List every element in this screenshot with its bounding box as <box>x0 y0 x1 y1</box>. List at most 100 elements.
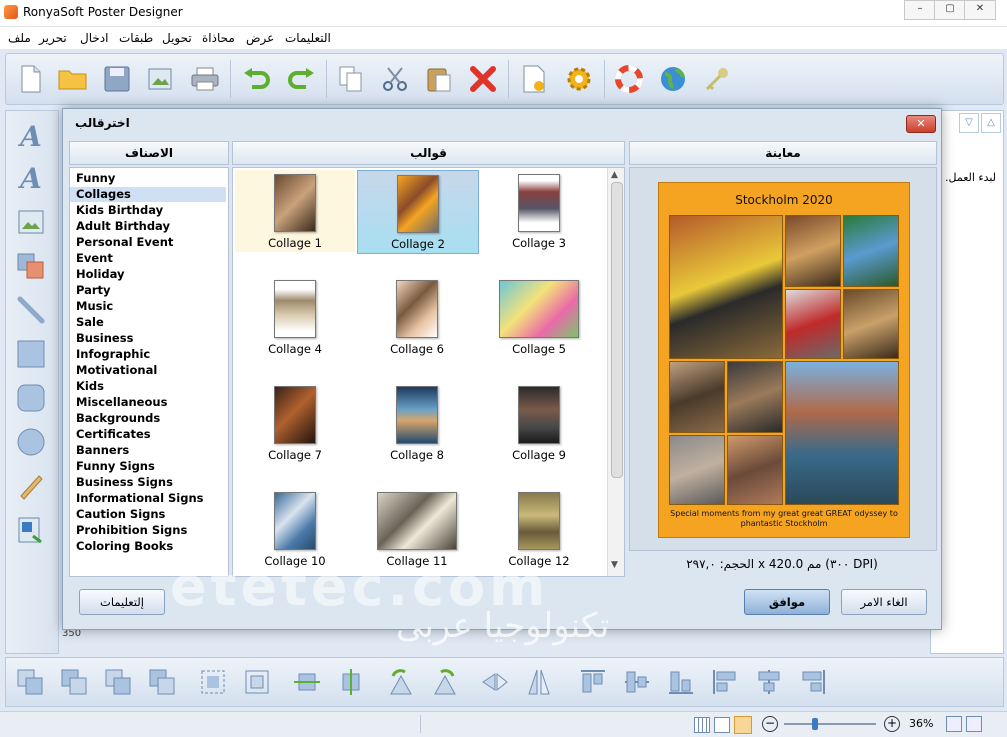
template-item-selected[interactable]: Collage 2 <box>357 170 479 254</box>
lifebuoy-help-icon[interactable] <box>614 64 644 94</box>
align-left-icon[interactable] <box>710 667 740 697</box>
template-item[interactable]: Collage 5 <box>479 276 599 358</box>
ellipse-tool-icon[interactable] <box>16 427 46 457</box>
category-item[interactable]: Adult Birthday <box>76 219 170 234</box>
copy-icon[interactable] <box>336 64 366 94</box>
new-file-icon[interactable] <box>16 64 46 94</box>
save-icon[interactable] <box>102 64 132 94</box>
clipart-tool-icon[interactable] <box>16 251 46 281</box>
category-item[interactable]: Coloring Books <box>76 539 173 554</box>
help-button[interactable]: إلتعليمات <box>79 589 165 615</box>
zoom-out-icon[interactable]: − <box>762 716 778 732</box>
category-item[interactable]: Funny <box>76 171 115 186</box>
grid-icon[interactable] <box>694 717 710 733</box>
category-item[interactable]: Certificates <box>76 427 151 442</box>
flip-vertical-icon[interactable] <box>524 667 554 697</box>
template-item[interactable]: Collage 9 <box>479 382 599 464</box>
actual-size-icon[interactable] <box>966 716 982 732</box>
menu-edit[interactable]: تحرير <box>39 31 67 45</box>
center-vertical-icon[interactable] <box>336 667 366 697</box>
rotate-right-icon[interactable] <box>430 667 460 697</box>
close-window-button[interactable]: ✕ <box>964 0 996 20</box>
flip-horizontal-icon[interactable] <box>480 667 510 697</box>
category-item[interactable]: Music <box>76 299 113 314</box>
category-item[interactable]: Kids <box>76 379 104 394</box>
maximize-button[interactable]: ▢ <box>934 0 966 20</box>
category-item[interactable]: Sale <box>76 315 104 330</box>
minimize-button[interactable]: – <box>904 0 936 20</box>
align-top-icon[interactable] <box>578 667 608 697</box>
ok-button[interactable]: موافق <box>744 589 830 615</box>
menu-help[interactable]: التعليمات <box>285 31 331 45</box>
art-text-tool-icon[interactable]: A <box>16 162 46 195</box>
category-item[interactable]: Miscellaneous <box>76 395 167 410</box>
redo-icon[interactable] <box>286 64 316 94</box>
category-item[interactable]: Caution Signs <box>76 507 165 522</box>
category-item[interactable]: Motivational <box>76 363 157 378</box>
bring-to-front-icon[interactable] <box>16 667 46 697</box>
category-item[interactable]: Business Signs <box>76 475 173 490</box>
category-item[interactable]: Prohibition Signs <box>76 523 187 538</box>
chevron-up-icon[interactable]: △ <box>981 113 1001 133</box>
menu-transform[interactable]: تحويل <box>162 31 192 45</box>
gear-icon[interactable] <box>564 64 594 94</box>
category-item[interactable]: Event <box>76 251 113 266</box>
line-tool-icon[interactable] <box>16 295 46 325</box>
category-item[interactable]: Backgrounds <box>76 411 160 426</box>
category-item[interactable]: Holiday <box>76 267 125 282</box>
paste-icon[interactable] <box>424 64 454 94</box>
template-scrollbar[interactable]: ▲ ▼ <box>607 168 624 576</box>
category-item[interactable]: Funny Signs <box>76 459 155 474</box>
align-right-icon[interactable] <box>798 667 828 697</box>
category-item[interactable]: Kids Birthday <box>76 203 163 218</box>
image-tool-icon[interactable] <box>16 207 46 237</box>
rounded-rectangle-tool-icon[interactable] <box>16 383 46 413</box>
rectangle-tool-icon[interactable] <box>16 339 46 369</box>
export-image-icon[interactable] <box>146 64 176 94</box>
dialog-close-button[interactable]: ✕ <box>906 115 936 133</box>
snap-icon[interactable] <box>714 717 730 733</box>
template-item[interactable]: Collage 4 <box>235 276 355 358</box>
menu-file[interactable]: ملف <box>8 31 31 45</box>
text-tool-icon[interactable]: A <box>16 120 46 153</box>
category-item-selected[interactable]: Collages <box>70 187 226 202</box>
scrollbar-thumb[interactable] <box>611 182 623 478</box>
category-item[interactable]: Informational Signs <box>76 491 204 506</box>
menu-layers[interactable]: طبقات <box>119 31 153 45</box>
bring-forward-icon[interactable] <box>60 667 90 697</box>
group-icon[interactable] <box>198 667 228 697</box>
template-item[interactable]: Collage 1 <box>235 170 355 252</box>
scroll-up-icon[interactable]: ▲ <box>611 170 618 180</box>
delete-icon[interactable] <box>468 64 498 94</box>
menu-insert[interactable]: ادخال <box>80 31 108 45</box>
center-horizontal-icon[interactable] <box>292 667 322 697</box>
category-item[interactable]: Business <box>76 331 133 346</box>
zoom-slider-track[interactable] <box>784 723 876 725</box>
cancel-button[interactable]: الغاء الامر <box>841 589 927 615</box>
cut-icon[interactable] <box>380 64 410 94</box>
category-item[interactable]: Party <box>76 283 111 298</box>
align-center-icon[interactable] <box>754 667 784 697</box>
menu-align[interactable]: محاذاة <box>202 31 235 45</box>
undo-icon[interactable] <box>242 64 272 94</box>
category-item[interactable]: Banners <box>76 443 129 458</box>
menu-view[interactable]: عرض <box>246 31 274 45</box>
send-to-back-icon[interactable] <box>148 667 178 697</box>
template-item[interactable]: Collage 3 <box>479 170 599 252</box>
fit-page-icon[interactable] <box>946 716 962 732</box>
pencil-tool-icon[interactable] <box>16 471 46 501</box>
ungroup-icon[interactable] <box>242 667 272 697</box>
zoom-in-icon[interactable]: + <box>884 716 900 732</box>
template-item[interactable]: Collage 6 <box>357 276 477 358</box>
key-icon[interactable] <box>702 64 732 94</box>
globe-icon[interactable] <box>658 64 688 94</box>
category-item[interactable]: Personal Event <box>76 235 173 250</box>
chevron-down-icon[interactable]: ▽ <box>959 113 979 133</box>
document-tool-icon[interactable] <box>16 515 46 545</box>
open-folder-icon[interactable] <box>58 64 88 94</box>
rotate-left-icon[interactable] <box>386 667 416 697</box>
zoom-slider-thumb[interactable] <box>812 718 818 730</box>
template-item[interactable]: Collage 7 <box>235 382 355 464</box>
print-icon[interactable] <box>190 64 220 94</box>
category-item[interactable]: Infographic <box>76 347 150 362</box>
